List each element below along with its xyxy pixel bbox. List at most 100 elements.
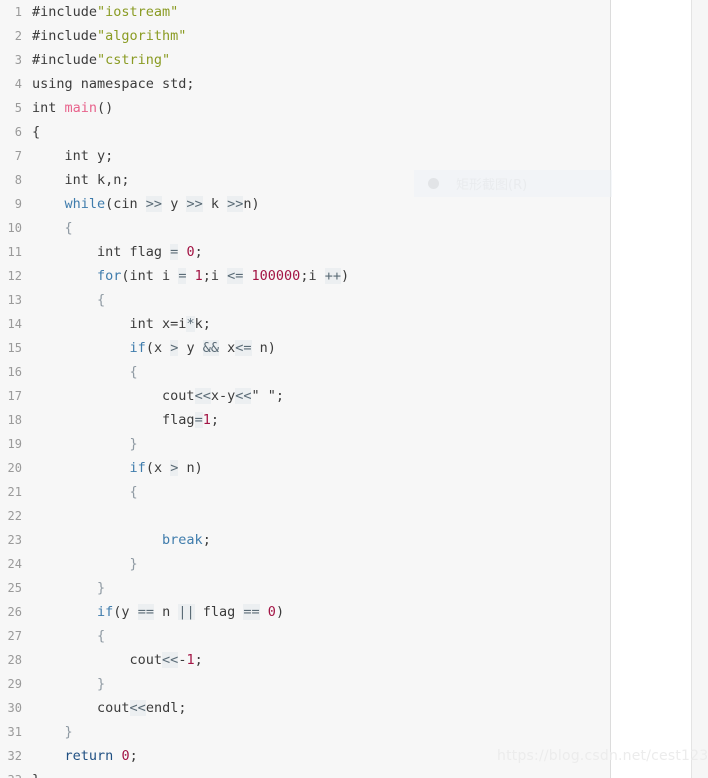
code-token: y xyxy=(162,196,187,212)
line-number: 10 xyxy=(7,221,22,235)
code-line[interactable]: 14 int x=i*k; xyxy=(0,312,610,336)
line-number: 26 xyxy=(7,605,22,619)
code-token: ; xyxy=(275,388,285,404)
code-token: x xyxy=(219,340,236,356)
code-line[interactable]: 28 cout<<-1; xyxy=(0,648,610,672)
line-number: 14 xyxy=(7,317,22,331)
code-line-text: flag=1; xyxy=(22,408,219,432)
code-token: "algorithm" xyxy=(97,28,187,44)
code-line[interactable]: 19 } xyxy=(0,432,610,456)
code-token: "cstring" xyxy=(97,52,171,68)
code-token: ; xyxy=(129,748,138,764)
code-line[interactable]: 25 } xyxy=(0,576,610,600)
code-line[interactable]: 3 #include"cstring" xyxy=(0,48,610,72)
code-line[interactable]: 21 { xyxy=(0,480,610,504)
code-line[interactable]: 18 flag=1; xyxy=(0,408,610,432)
code-token: ) xyxy=(340,268,350,284)
code-line-text: for(int i = 1;i <= 100000;i ++) xyxy=(22,264,349,288)
line-number: 7 xyxy=(14,149,22,163)
code-token: cout xyxy=(32,652,163,668)
code-line-text: { xyxy=(22,288,105,312)
code-token: main xyxy=(64,100,98,116)
code-token: " " xyxy=(251,388,276,404)
code-token: x-y xyxy=(210,388,236,404)
code-line-text: #include"cstring" xyxy=(22,48,170,72)
right-page-panel xyxy=(610,0,692,778)
line-number: 5 xyxy=(14,101,22,115)
code-token: flag xyxy=(194,604,244,620)
code-line-text: int flag = 0; xyxy=(22,240,203,264)
code-line[interactable]: 23 break; xyxy=(0,528,610,552)
code-line[interactable]: 33} xyxy=(0,768,610,778)
code-token: { xyxy=(32,292,106,308)
code-token: 0 xyxy=(267,604,276,620)
code-line[interactable]: 11 int flag = 0; xyxy=(0,240,610,264)
code-token: n) xyxy=(178,460,203,476)
code-line[interactable]: 30 cout<<endl; xyxy=(0,696,610,720)
code-editor[interactable]: 1 #include"iostream" 2 #include"algorithm" 3… xyxy=(0,0,610,778)
rectangle-capture-label: 矩形截图(R) xyxy=(456,178,528,193)
code-token: ;i xyxy=(300,268,325,284)
code-line[interactable]: 31 } xyxy=(0,720,610,744)
code-line[interactable]: 15 if(x > y && x<= n) xyxy=(0,336,610,360)
code-token: >> xyxy=(145,196,163,212)
line-number: 33 xyxy=(0,768,22,778)
line-number: 22 xyxy=(7,509,22,523)
code-line-text: #include"algorithm" xyxy=(22,24,186,48)
line-number: 17 xyxy=(7,389,22,403)
code-token: int k,n; xyxy=(32,172,130,188)
code-token: while xyxy=(64,196,106,212)
code-token: } xyxy=(32,556,138,572)
line-number: 18 xyxy=(7,413,22,427)
code-token: (x xyxy=(145,340,171,356)
code-line[interactable]: 26 if(y == n || flag == 0) xyxy=(0,600,610,624)
code-token: int flag xyxy=(32,244,171,260)
code-token: (cin xyxy=(105,196,146,212)
code-lines-container[interactable]: 1 #include"iostream" 2 #include"algorithm" 3… xyxy=(0,0,610,778)
code-line[interactable]: 27 { xyxy=(0,624,610,648)
code-line[interactable]: 16 { xyxy=(0,360,610,384)
code-token: if xyxy=(129,340,146,356)
code-token: y xyxy=(178,340,203,356)
code-line[interactable]: 17 cout<<x-y<<" "; xyxy=(0,384,610,408)
code-line-text: } xyxy=(22,720,73,744)
code-line-text: if(x > y && x<= n) xyxy=(22,336,276,360)
code-line-text: { xyxy=(22,216,73,240)
code-line[interactable]: 7 int y; xyxy=(0,144,610,168)
code-line[interactable]: 13 { xyxy=(0,288,610,312)
code-token: << xyxy=(194,388,211,404)
screenshot-context-menu-item[interactable]: 矩形截图(R) xyxy=(414,170,612,197)
line-number: 9 xyxy=(14,197,22,211)
line-number: 21 xyxy=(7,485,22,499)
code-line[interactable]: 29 } xyxy=(0,672,610,696)
line-number: 30 xyxy=(7,701,22,715)
code-token: ;i xyxy=(202,268,228,284)
code-line[interactable]: 24 } xyxy=(0,552,610,576)
code-line[interactable]: 6{ xyxy=(0,120,610,144)
code-line[interactable]: 20 if(x > n) xyxy=(0,456,610,480)
line-number: 29 xyxy=(7,677,22,691)
line-number: 8 xyxy=(14,173,22,187)
code-line[interactable]: 4 using namespace std; xyxy=(0,72,610,96)
line-number: 1 xyxy=(14,5,22,19)
code-token: if xyxy=(129,460,146,476)
code-line[interactable]: 10 { xyxy=(0,216,610,240)
line-number: 32 xyxy=(7,749,22,763)
code-line-text: int y; xyxy=(22,144,114,168)
code-line[interactable]: 22 xyxy=(0,504,610,528)
code-line[interactable]: 2 #include"algorithm" xyxy=(0,24,610,48)
code-line-text: cout<<x-y<<" "; xyxy=(22,384,284,408)
code-token: == xyxy=(137,604,154,620)
code-token: * xyxy=(186,316,195,332)
code-token: <= xyxy=(235,340,252,356)
code-token: n) xyxy=(251,340,276,356)
code-line[interactable]: 12 for(int i = 1;i <= 100000;i ++) xyxy=(0,264,610,288)
line-number: 23 xyxy=(7,533,22,547)
code-token: >> xyxy=(227,196,244,212)
code-line[interactable]: 5 int main() xyxy=(0,96,610,120)
code-token: { xyxy=(32,220,73,236)
code-line[interactable]: 1 #include"iostream" xyxy=(0,0,610,24)
